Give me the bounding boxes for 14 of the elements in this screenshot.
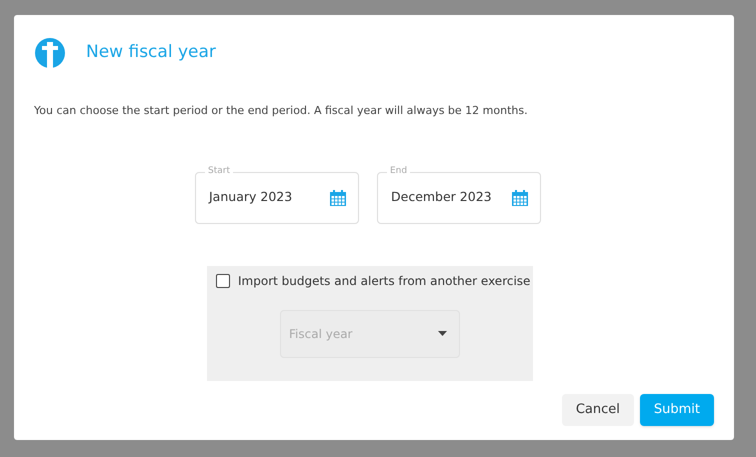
field-label: Start <box>205 166 233 176</box>
dropdown-placeholder: Fiscal year <box>289 326 352 342</box>
field-value: January 2023 <box>209 188 292 206</box>
description: You can choose the start period or the end period. A fiscal year will always be 12 months. <box>34 103 529 119</box>
field-value: December 2023 <box>391 188 492 206</box>
calendar-icon[interactable] <box>511 188 529 206</box>
cross-logo-icon <box>34 37 66 69</box>
caret-icon <box>438 331 447 336</box>
checkbox-label: Import budgets and alerts from another exercise <box>238 272 530 290</box>
cancel-button[interactable]: Cancel <box>562 394 634 426</box>
dialog-title: New fiscal year <box>86 41 216 64</box>
field-label: End <box>387 166 410 176</box>
calendar-icon[interactable] <box>329 188 347 206</box>
import-checkbox[interactable] <box>216 274 230 288</box>
